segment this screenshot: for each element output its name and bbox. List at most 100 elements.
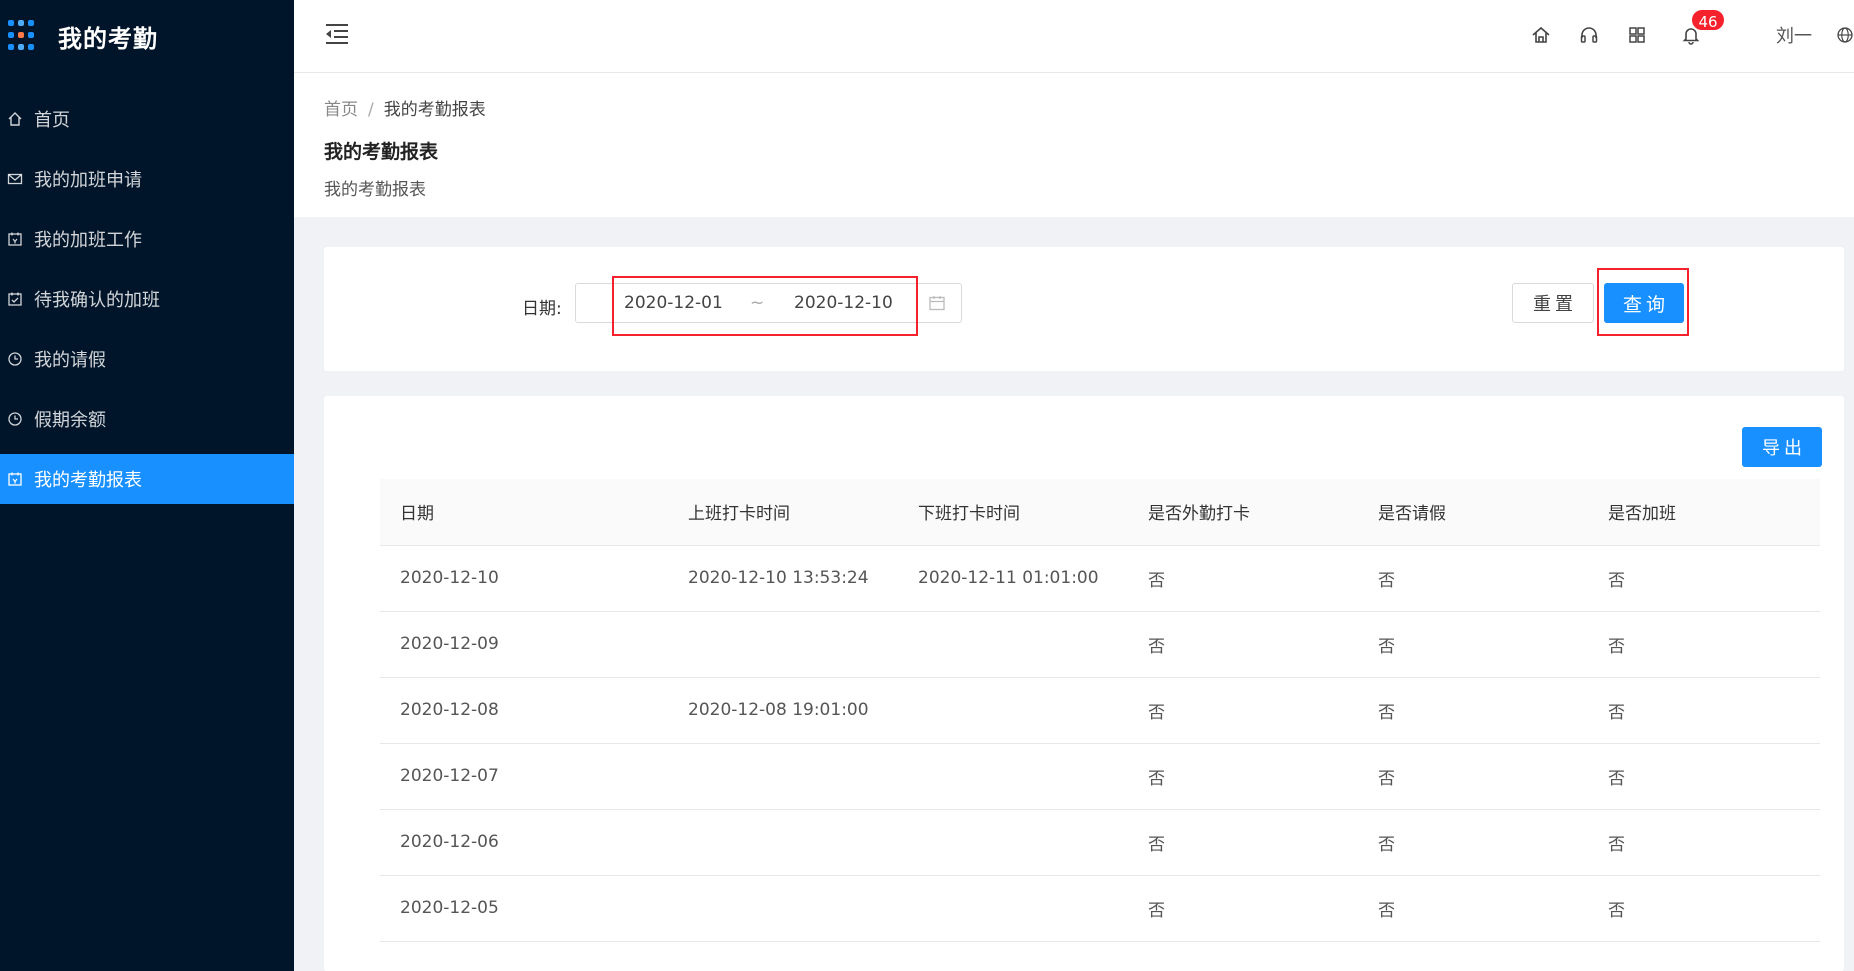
table-cell: 2020-12-06 — [380, 809, 668, 876]
sidebar: 我的考勤 首页 我的加班申请 我的加班工作 待我确认的加班 我的请假 假期余额 … — [0, 0, 294, 971]
sidebar-item-overtime-apply[interactable]: 我的加班申请 — [0, 154, 294, 204]
table-cell: 否 — [1588, 875, 1820, 942]
date-label: 日期: — [522, 299, 562, 319]
table-row: 2020-12-06 否 否 否 — [380, 809, 1820, 876]
mail-icon — [4, 168, 26, 190]
apps-logo-icon — [8, 20, 40, 52]
range-separator: ~ — [750, 293, 765, 313]
query-button[interactable]: 查询 — [1604, 283, 1684, 323]
table-cell: 否 — [1588, 809, 1820, 876]
table-cell: 2020-12-08 19:01:00 — [668, 677, 898, 744]
column-header: 日期 — [380, 479, 668, 546]
table-cell: 否 — [1358, 677, 1588, 744]
table-cell: 2020-12-09 — [380, 611, 668, 678]
calendar-icon[interactable] — [928, 294, 946, 312]
table-cell: 否 — [1588, 677, 1820, 744]
breadcrumb-current: 我的考勤报表 — [383, 100, 486, 120]
table-cell: 否 — [1128, 743, 1358, 810]
logo[interactable]: 我的考勤 — [8, 18, 158, 54]
date-range-picker[interactable]: 2020-12-01 ~ 2020-12-10 — [575, 283, 962, 323]
table-cell: 2020-12-11 01:01:00 — [898, 545, 1128, 612]
sidebar-item-my-leave[interactable]: 我的请假 — [0, 334, 294, 384]
apps-icon[interactable] — [1626, 24, 1648, 46]
page-description: 我的考勤报表 — [324, 180, 426, 200]
table-row: 2020-12-05 否 否 否 — [380, 875, 1820, 942]
sidebar-item-label: 我的考勤报表 — [34, 470, 142, 491]
table-cell — [898, 743, 1128, 810]
globe-icon[interactable] — [1836, 24, 1854, 46]
page-title: 我的考勤报表 — [324, 141, 439, 163]
start-date-input[interactable]: 2020-12-01 — [624, 293, 723, 313]
table-row: 2020-12-09 否 否 否 — [380, 611, 1820, 678]
table-row: 2020-12-10 2020-12-10 13:53:24 2020-12-1… — [380, 545, 1820, 612]
table-cell: 2020-12-10 — [380, 545, 668, 612]
table-cell: 否 — [1588, 743, 1820, 810]
column-header: 是否加班 — [1588, 479, 1820, 546]
sidebar-item-label: 我的加班申请 — [34, 170, 142, 191]
calendar-icon — [4, 228, 26, 250]
breadcrumb: 首页 / 我的考勤报表 — [324, 95, 486, 120]
top-header: 46 刘一 — [294, 0, 1854, 73]
table-cell — [668, 875, 898, 942]
sidebar-item-leave-balance[interactable]: 假期余额 — [0, 394, 294, 444]
table-row: 2020-12-07 否 否 否 — [380, 743, 1820, 810]
home-icon — [4, 108, 26, 130]
table-cell: 否 — [1358, 743, 1588, 810]
page-header: 首页 / 我的考勤报表 我的考勤报表 我的考勤报表 — [294, 73, 1854, 217]
sidebar-item-label: 待我确认的加班 — [34, 290, 160, 311]
table-cell: 2020-12-10 13:53:24 — [668, 545, 898, 612]
table-cell: 2020-12-08 — [380, 677, 668, 744]
reset-button[interactable]: 重置 — [1512, 283, 1594, 323]
column-header: 是否外勤打卡 — [1128, 479, 1358, 546]
sidebar-item-label: 假期余额 — [34, 410, 106, 431]
table-row: 2020-12-08 2020-12-08 19:01:00 否 否 否 — [380, 677, 1820, 744]
clock-icon — [4, 348, 26, 370]
table-cell: 否 — [1358, 809, 1588, 876]
sidebar-item-attendance-report[interactable]: 我的考勤报表 — [0, 454, 294, 504]
app-title: 我的考勤 — [58, 24, 158, 53]
table-cell: 否 — [1358, 545, 1588, 612]
table-cell: 否 — [1588, 611, 1820, 678]
home-icon[interactable] — [1530, 24, 1552, 46]
sidebar-item-pending-overtime[interactable]: 待我确认的加班 — [0, 274, 294, 324]
export-button[interactable]: 导出 — [1742, 427, 1822, 467]
column-header: 上班打卡时间 — [668, 479, 898, 546]
end-date-input[interactable]: 2020-12-10 — [794, 293, 893, 313]
table-cell: 2020-12-05 — [380, 875, 668, 942]
table-cell: 否 — [1588, 545, 1820, 612]
sidebar-menu: 首页 我的加班申请 我的加班工作 待我确认的加班 我的请假 假期余额 我的考勤报… — [0, 94, 294, 514]
table-cell: 否 — [1128, 809, 1358, 876]
table-cell: 否 — [1128, 677, 1358, 744]
search-form-card: 日期: 2020-12-01 ~ 2020-12-10 重置 查询 — [324, 247, 1844, 371]
sidebar-item-home[interactable]: 首页 — [0, 94, 294, 144]
table-cell — [898, 677, 1128, 744]
menu-fold-icon[interactable] — [324, 22, 350, 46]
table-cell — [898, 611, 1128, 678]
table-cell: 否 — [1358, 611, 1588, 678]
table-cell: 否 — [1128, 611, 1358, 678]
sidebar-item-label: 我的加班工作 — [34, 230, 142, 251]
attendance-table: 日期 上班打卡时间 下班打卡时间 是否外勤打卡 是否请假 是否加班 2020-1… — [380, 479, 1820, 942]
table-cell: 否 — [1128, 545, 1358, 612]
table-cell — [668, 809, 898, 876]
table-cell — [668, 611, 898, 678]
clock-icon — [4, 408, 26, 430]
notification-badge: 46 — [1690, 8, 1726, 32]
table-cell — [668, 743, 898, 810]
column-header: 是否请假 — [1358, 479, 1588, 546]
breadcrumb-home[interactable]: 首页 — [324, 100, 358, 120]
breadcrumb-separator: / — [368, 100, 374, 120]
table-cell — [898, 875, 1128, 942]
calendar-icon — [4, 468, 26, 490]
table-cell: 2020-12-07 — [380, 743, 668, 810]
table-card: 导出 日期 上班打卡时间 下班打卡时间 是否外勤打卡 是否请假 是否加班 202… — [324, 396, 1844, 971]
headset-icon[interactable] — [1578, 24, 1600, 46]
check-icon — [4, 288, 26, 310]
sidebar-item-label: 首页 — [34, 110, 70, 131]
sidebar-item-overtime-work[interactable]: 我的加班工作 — [0, 214, 294, 264]
table-cell: 否 — [1128, 875, 1358, 942]
table-header-row: 日期 上班打卡时间 下班打卡时间 是否外勤打卡 是否请假 是否加班 — [380, 479, 1820, 546]
table-cell: 否 — [1358, 875, 1588, 942]
username[interactable]: 刘一 — [1776, 22, 1812, 48]
sidebar-item-label: 我的请假 — [34, 350, 106, 371]
